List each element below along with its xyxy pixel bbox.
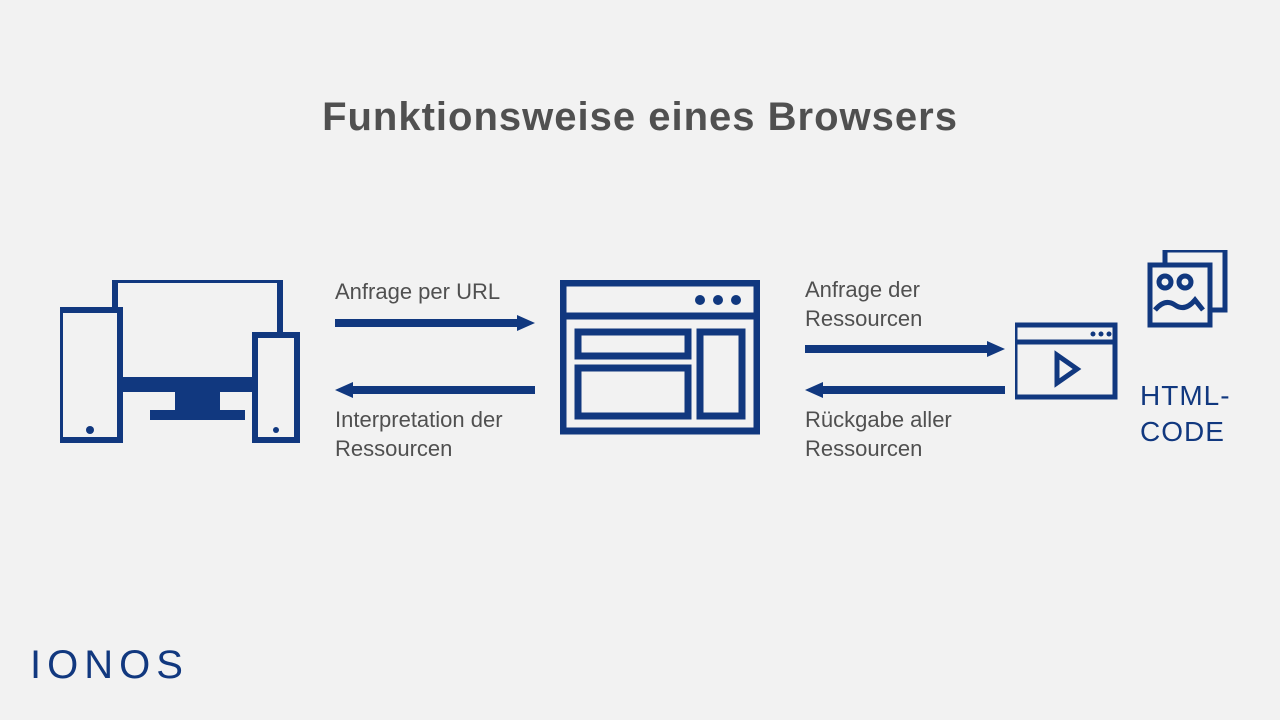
browser-window-icon bbox=[560, 280, 760, 440]
resources-label-line1: HTML- bbox=[1140, 380, 1231, 411]
arrow-left-icon bbox=[805, 380, 1005, 400]
arrow-request-url: Anfrage per URL bbox=[335, 278, 535, 333]
arrow-return-resources: Rückgabe aller Ressourcen bbox=[805, 380, 1005, 463]
arrow-label: Anfrage der Ressourcen bbox=[805, 276, 1005, 333]
arrow-label: Anfrage per URL bbox=[335, 278, 535, 307]
arrow-request-resources: Anfrage der Ressourcen bbox=[805, 276, 1005, 359]
arrow-label: Interpretation der Ressourcen bbox=[335, 406, 535, 463]
arrow-interpret-resources: Interpretation der Ressourcen bbox=[335, 380, 535, 463]
diagram-area: Anfrage per URL Interpretation der Resso… bbox=[60, 260, 1230, 480]
resources-label-line2: CODE bbox=[1140, 416, 1225, 447]
devices-icon bbox=[60, 280, 300, 455]
brand-logo: IONOS bbox=[30, 643, 189, 688]
arrow-right-icon bbox=[805, 339, 1005, 359]
diagram-title: Funktionsweise eines Browsers bbox=[0, 95, 1280, 140]
arrow-left-icon bbox=[335, 380, 535, 400]
arrow-right-icon bbox=[335, 313, 535, 333]
arrow-label: Rückgabe aller Ressourcen bbox=[805, 406, 1005, 463]
resources-label: HTML- CODE bbox=[1140, 378, 1231, 451]
